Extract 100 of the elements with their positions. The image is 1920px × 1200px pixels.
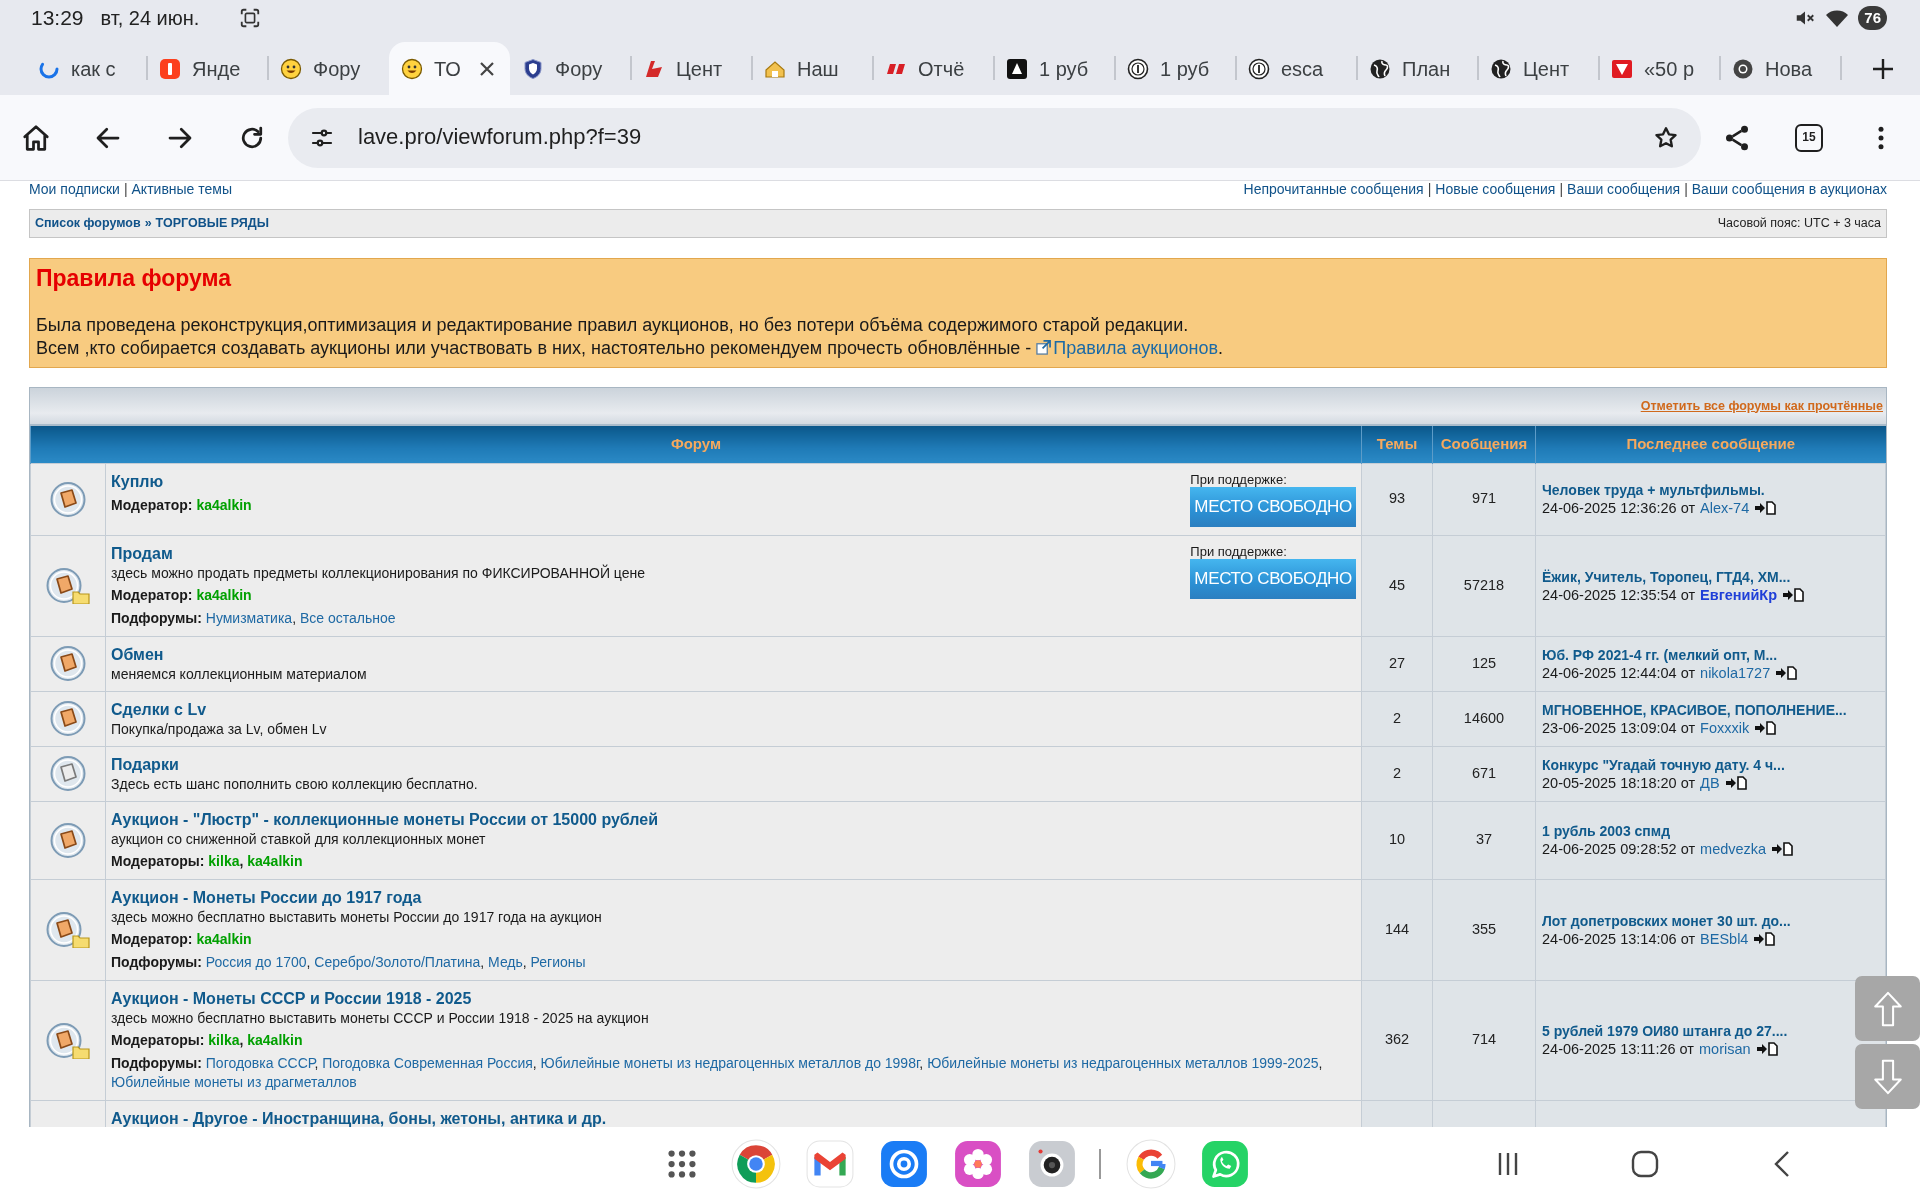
browser-tab[interactable]: ТО — [389, 42, 510, 95]
last-post-link[interactable]: 5 рублей 1979 ОИ80 штанга до 27.... — [1542, 1023, 1788, 1039]
go-to-post-icon[interactable] — [1754, 720, 1777, 735]
browser-tab[interactable]: Янде — [147, 42, 268, 95]
top-link[interactable]: Непрочитанные сообщения — [1243, 181, 1424, 197]
browser-tab[interactable]: 1 руб — [1115, 42, 1236, 95]
author-link[interactable]: medvezka — [1700, 840, 1767, 858]
forum-title-link[interactable]: Обмен — [111, 645, 164, 663]
browser-tab[interactable]: Нова — [1720, 42, 1841, 95]
post-time: 24-06-2025 12:36:26 от — [1542, 499, 1696, 517]
go-to-post-icon[interactable] — [1771, 842, 1794, 856]
browser-tab[interactable]: План — [1357, 42, 1478, 95]
browser-tab[interactable]: esca — [1236, 42, 1357, 95]
last-post-link[interactable]: МГНОВЕННОЕ, КРАСИВОЕ, ПОПОЛНЕНИЕ... — [1542, 701, 1847, 718]
go-to-post-icon[interactable] — [1754, 501, 1777, 515]
subforum-link[interactable]: Все остальное — [299, 609, 396, 626]
last-post-link[interactable]: 1 рубль 2003 спмд — [1542, 823, 1671, 839]
close-icon[interactable] — [478, 59, 496, 78]
forum-title-link[interactable]: Сделки с Lv — [111, 700, 207, 718]
tab-switcher-button[interactable]: 15 — [1795, 123, 1823, 152]
subforum-link[interactable]: Юбилейные монеты из драгметаллов — [111, 1073, 357, 1090]
mail-app-icon[interactable] — [805, 1138, 855, 1189]
forum-title-link[interactable]: Продам — [111, 544, 173, 562]
post-time: 24-06-2025 12:35:54 от — [1542, 585, 1696, 604]
tile-icon — [159, 57, 181, 80]
last-post-link[interactable]: Юб. РФ 2021-4 гг. (мелкий опт, М... — [1542, 646, 1778, 663]
moderator-link[interactable]: ka4alkin — [196, 586, 252, 603]
flower-app-icon[interactable] — [953, 1138, 1003, 1189]
author-link[interactable]: ЕвгенийКр — [1700, 585, 1778, 604]
table-cell: 971 — [1432, 463, 1536, 535]
link-separator: | — [123, 181, 128, 197]
ad-banner[interactable]: МЕСТО СВОБОДНО — [1190, 486, 1356, 527]
mark-read-link[interactable]: Отметить все форумы как прочтённые — [1640, 398, 1883, 414]
browser-app-icon[interactable] — [731, 1138, 781, 1189]
top-link[interactable]: Мои подписки — [29, 181, 120, 197]
top-link[interactable]: Активные темы — [131, 181, 233, 197]
table-cell: 125 — [1432, 636, 1536, 691]
link-separator: | — [1684, 181, 1688, 197]
author-link[interactable]: nikola1727 — [1700, 663, 1771, 682]
moderators-line: Модератор: ka4alkin — [111, 929, 253, 949]
subforum-link[interactable]: Россия до 1700 — [205, 953, 307, 970]
browser-tab[interactable]: Цент — [631, 42, 752, 95]
go-to-post-icon[interactable] — [1775, 665, 1798, 680]
forum-title-link[interactable]: Аукцион - Другое - Иностранщина, боны, жетоны, антика и др. — [111, 1109, 607, 1127]
subforums-line: Подфорумы: Россия до 1700, Серебро/Золото/Платина, Медь, Регионы — [111, 952, 587, 972]
breadcrumb-link[interactable]: Список форумов — [35, 216, 141, 230]
go-to-post-icon[interactable] — [1782, 587, 1805, 602]
moderator-link[interactable]: ka4alkin — [247, 1031, 303, 1048]
author-link[interactable]: morisan — [1699, 1040, 1751, 1058]
search-app-icon[interactable] — [1126, 1138, 1176, 1189]
author-link[interactable]: Alex-74 — [1700, 499, 1750, 517]
browser-tab[interactable]: Фору — [510, 42, 631, 95]
author-link[interactable]: ДВ — [1700, 773, 1720, 792]
ad-banner[interactable]: МЕСТО СВОБОДНО — [1190, 558, 1356, 599]
moderator-link[interactable]: kilka — [208, 852, 240, 869]
top-link[interactable]: Ваши сообщения — [1567, 181, 1681, 197]
last-post-link[interactable]: Ёжик, Учитель, Торопец, ГТД4, ХМ... — [1542, 568, 1791, 585]
moderator-link[interactable]: ka4alkin — [196, 930, 252, 947]
browser-tab[interactable]: «50 р — [1599, 42, 1720, 95]
subforum-link[interactable]: Погодовка Современная Россия — [322, 1054, 533, 1071]
subforum-link[interactable]: Регионы — [530, 953, 586, 970]
go-to-post-icon[interactable] — [1753, 931, 1776, 946]
home-button-icon[interactable] — [1630, 1148, 1660, 1179]
tile-icon — [1006, 57, 1028, 80]
browser-tab[interactable]: Отчё — [873, 42, 994, 95]
author-link[interactable]: Foxxxik — [1700, 718, 1750, 737]
browser-tab[interactable]: 1 руб — [994, 42, 1115, 95]
plus-icon[interactable] — [1871, 56, 1895, 81]
home-icon[interactable] — [21, 122, 51, 153]
external-link-icon — [1036, 340, 1052, 355]
browser-tab[interactable]: Цент — [1478, 42, 1599, 95]
go-to-post-icon[interactable] — [1724, 775, 1747, 790]
address-bar[interactable]: lave.pro/viewforum.php?f=39 — [288, 107, 1701, 168]
moderator-link[interactable]: ka4alkin — [247, 852, 303, 869]
top-link[interactable]: Новые сообщения — [1435, 181, 1556, 197]
forum-title-link[interactable]: Подарки — [111, 755, 179, 773]
forum-title-link[interactable]: Аукцион - "Люстр" - коллекционные монеты России от 15000 рублей — [111, 810, 658, 828]
breadcrumb-link[interactable]: ТОРГОВЫЕ РЯДЫ — [155, 216, 269, 230]
globe-icon — [1490, 57, 1512, 80]
top-link[interactable]: Ваши сообщения в аукционах — [1691, 181, 1887, 197]
camera-app-icon[interactable] — [1027, 1138, 1077, 1189]
forum-title-link[interactable]: Аукцион - Монеты СССР и России 1918 - 2025 — [111, 989, 472, 1007]
go-to-post-icon[interactable] — [1755, 1042, 1778, 1056]
forum-title-link[interactable]: Куплю — [111, 472, 164, 490]
author-link[interactable]: BESbl4 — [1700, 929, 1749, 948]
browser-tab[interactable]: как с — [26, 42, 147, 95]
browser-tab[interactable]: Фору — [268, 42, 389, 95]
moderator-link[interactable]: ka4alkin — [196, 496, 252, 513]
ring-logo-icon — [1732, 57, 1754, 80]
rules-link[interactable]: Правила аукционов — [1036, 338, 1218, 358]
subforum-link[interactable]: Погодовка СССР — [205, 1054, 315, 1071]
subforum-link[interactable]: Медь — [488, 953, 523, 970]
ring-app-icon[interactable] — [879, 1138, 929, 1189]
last-post-link[interactable]: Конкурс "Угадай точную дату. 4 ч... — [1542, 756, 1785, 773]
browser-tab[interactable]: Наш — [752, 42, 873, 95]
moderator-link[interactable]: kilka — [208, 1031, 240, 1048]
forum-title-link[interactable]: Аукцион - Монеты России до 1917 года — [111, 888, 422, 906]
table-cell: 45 — [1361, 535, 1433, 636]
last-post-link[interactable]: Лот допетровских монет 30 шт. до... — [1542, 912, 1791, 929]
last-post-link[interactable]: Человек труда + мультфильмы. — [1542, 482, 1765, 498]
